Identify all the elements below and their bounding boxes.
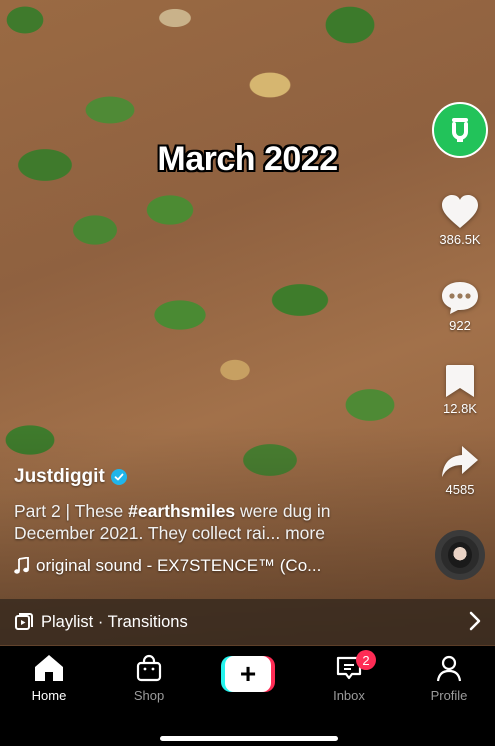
share-arrow-icon	[442, 446, 478, 477]
tab-shop-label: Shop	[133, 688, 165, 703]
heart-icon	[442, 195, 478, 228]
video-overlay-text: March 2022	[157, 140, 338, 178]
bottom-tab-bar: Home Shop + Inbox 2 Profile	[0, 646, 495, 746]
playlist-bar[interactable]: Playlist · Transitions	[0, 599, 495, 645]
save-button[interactable]: 12.8K	[425, 363, 495, 416]
sound-link[interactable]: original sound - EX7STENCE™ (Co...	[14, 556, 414, 576]
chevron-right-icon	[469, 611, 481, 631]
share-button[interactable]: 4585	[425, 444, 495, 497]
tab-home-label: Home	[31, 688, 67, 703]
comment-button[interactable]: 922	[425, 280, 495, 333]
sound-title: original sound - EX7STENCE™ (Co...	[36, 556, 322, 575]
verified-badge-icon	[110, 469, 127, 485]
playlist-icon	[15, 613, 33, 630]
comment-bubble-icon	[442, 282, 478, 314]
tab-inbox[interactable]: Inbox	[309, 654, 389, 703]
tab-profile[interactable]: Profile	[409, 654, 489, 703]
save-count: 12.8K	[443, 401, 477, 416]
shopping-bag-icon	[452, 118, 468, 142]
tab-inbox-label: Inbox	[333, 688, 365, 703]
video-description: Part 2 | These #earthsmiles were dug in …	[14, 501, 331, 543]
create-button[interactable]: +	[221, 656, 275, 692]
hashtag-link[interactable]: #earthsmiles	[128, 501, 235, 521]
sound-disc-avatar[interactable]	[435, 530, 485, 580]
avatar-image	[448, 542, 472, 568]
home-icon	[35, 655, 63, 681]
like-count: 386.5K	[439, 232, 481, 247]
like-button[interactable]: 386.5K	[425, 194, 495, 247]
caption-block: Justdiggit Part 2 | These #earthsmiles w…	[14, 466, 414, 576]
playlist-label: Playlist · Transitions	[41, 612, 188, 631]
more-link[interactable]: more	[285, 523, 325, 543]
share-count: 4585	[445, 482, 475, 497]
music-note-icon	[14, 557, 29, 574]
tab-shop[interactable]: Shop	[109, 654, 189, 703]
username[interactable]: Justdiggit	[14, 466, 105, 488]
shop-product-button[interactable]	[432, 102, 488, 158]
bookmark-icon	[446, 365, 474, 397]
tab-profile-label: Profile	[430, 688, 468, 703]
plus-icon: +	[225, 656, 271, 692]
comment-count: 922	[449, 318, 471, 333]
inbox-badge: 2	[356, 650, 376, 670]
profile-person-icon	[436, 655, 462, 682]
home-indicator	[160, 736, 338, 741]
shop-bag-icon	[136, 654, 162, 682]
tab-home[interactable]: Home	[9, 654, 89, 703]
